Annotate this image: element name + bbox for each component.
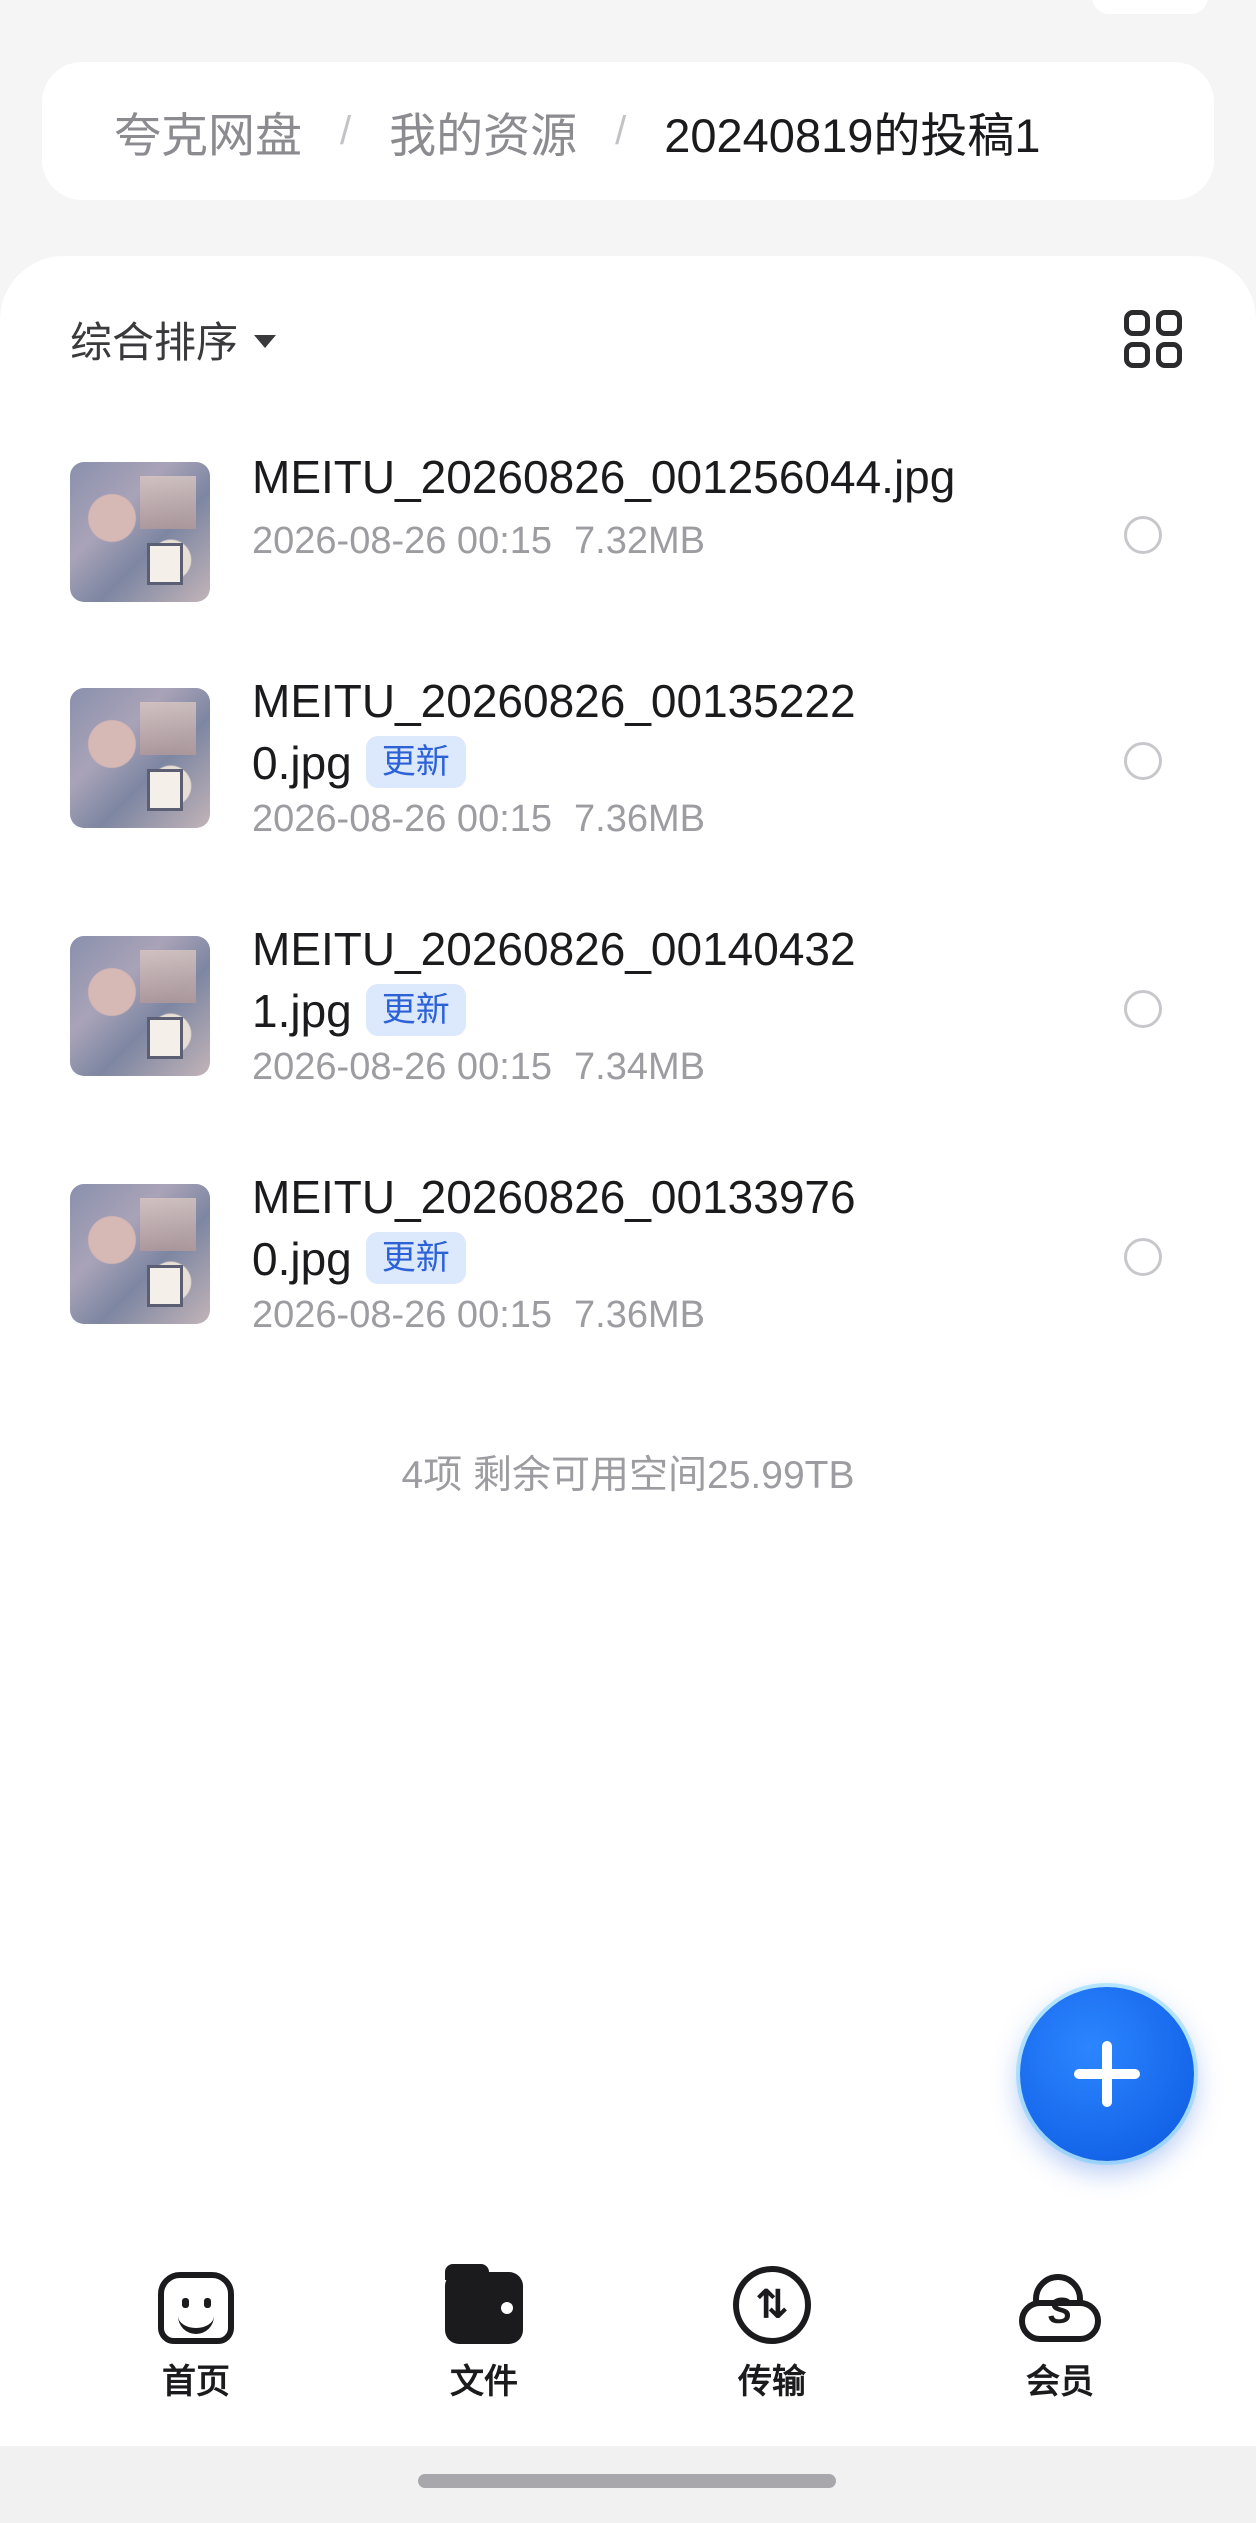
file-info: MEITU_20260826_00133976 0.jpg 更新 2026-08-2… <box>252 1166 1012 1340</box>
caret-down-icon <box>254 334 277 348</box>
file-size: 7.36MB <box>574 1294 705 1336</box>
home-indicator[interactable] <box>418 2474 836 2488</box>
file-meta: 2026-08-26 00:15 7.32MB <box>252 516 1012 566</box>
breadcrumb-item-root[interactable]: 夸克网盘 <box>114 97 302 166</box>
file-name: MEITU_20260826_00133976 0.jpg 更新 <box>252 1171 856 1285</box>
file-info: MEITU_20260826_00140432 1.jpg 更新 2026-08-2… <box>252 918 1012 1092</box>
sort-dropdown[interactable]: 综合排序 <box>70 309 277 370</box>
nav-item-transfer[interactable]: ⇅ 传输 <box>628 2228 916 2448</box>
storage-summary: 4项 剩余可用空间25.99TB <box>401 1454 855 1497</box>
nav-label: 传输 <box>738 2363 806 2401</box>
nav-item-home[interactable]: 首页 <box>52 2228 340 2448</box>
sort-label: 综合排序 <box>70 318 239 366</box>
select-radio[interactable] <box>1124 516 1162 554</box>
file-meta: 2026-08-26 00:15 7.36MB <box>252 794 1012 844</box>
image-thumbnail <box>70 462 210 602</box>
update-badge: 更新 <box>365 736 466 788</box>
member-cloud-icon: S <box>1019 2274 1101 2344</box>
list-toolbar: 综合排序 <box>70 306 1186 372</box>
file-size: 7.32MB <box>574 520 705 562</box>
bottom-nav: 首页 文件 ⇅ 传输 S 会员 <box>0 2228 1256 2448</box>
list-item[interactable]: MEITU_20260826_001256044.jpg 2026-08-26 … <box>0 446 1256 616</box>
file-meta: 2026-08-26 00:15 7.34MB <box>252 1042 1012 1092</box>
file-size: 7.34MB <box>574 1046 705 1088</box>
breadcrumb: 夸克网盘 / 我的资源 / 20240819的投稿1 <box>42 62 1214 200</box>
top-card-edge <box>1092 0 1208 14</box>
file-date: 2026-08-26 00:15 <box>252 520 553 562</box>
file-date: 2026-08-26 00:15 <box>252 1294 553 1336</box>
list-item[interactable]: MEITU_20260826_00133976 0.jpg 更新 2026-08-2… <box>0 1166 1256 1346</box>
file-date: 2026-08-26 00:15 <box>252 798 553 840</box>
nav-item-member[interactable]: S 会员 <box>916 2228 1204 2448</box>
file-name: MEITU_20260826_001256044.jpg <box>252 451 956 503</box>
image-thumbnail <box>70 936 210 1076</box>
list-item[interactable]: MEITU_20260826_00135222 0.jpg 更新 2026-08-2… <box>0 670 1256 850</box>
select-radio[interactable] <box>1124 742 1162 780</box>
update-badge: 更新 <box>365 984 466 1036</box>
transfer-icon: ⇅ <box>733 2266 811 2344</box>
file-name: MEITU_20260826_00140432 1.jpg 更新 <box>252 923 856 1037</box>
update-badge: 更新 <box>365 1232 466 1284</box>
file-meta: 2026-08-26 00:15 7.36MB <box>252 1290 1012 1340</box>
breadcrumb-separator: / <box>615 108 627 153</box>
nav-label: 文件 <box>450 2363 518 2401</box>
image-thumbnail <box>70 1184 210 1324</box>
breadcrumb-item-resources[interactable]: 我的资源 <box>389 97 577 166</box>
list-item[interactable]: MEITU_20260826_00140432 1.jpg 更新 2026-08-2… <box>0 918 1256 1098</box>
nav-label: 会员 <box>1026 2363 1094 2401</box>
file-date: 2026-08-26 00:15 <box>252 1046 553 1088</box>
grid-view-icon[interactable] <box>1124 310 1182 368</box>
add-button[interactable] <box>1020 1987 1194 2161</box>
image-thumbnail <box>70 688 210 828</box>
select-radio[interactable] <box>1124 990 1162 1028</box>
folder-icon <box>445 2264 523 2344</box>
breadcrumb-item-current: 20240819的投稿1 <box>664 108 1041 162</box>
file-info: MEITU_20260826_001256044.jpg 2026-08-26 … <box>252 446 1012 566</box>
nav-label: 首页 <box>162 2363 230 2401</box>
breadcrumb-separator: / <box>340 108 352 153</box>
nav-item-files[interactable]: 文件 <box>340 2228 628 2448</box>
home-smile-icon <box>158 2272 234 2344</box>
file-name: MEITU_20260826_00135222 0.jpg 更新 <box>252 675 856 789</box>
file-size: 7.36MB <box>574 798 705 840</box>
file-info: MEITU_20260826_00135222 0.jpg 更新 2026-08-2… <box>252 670 1012 844</box>
select-radio[interactable] <box>1124 1238 1162 1276</box>
